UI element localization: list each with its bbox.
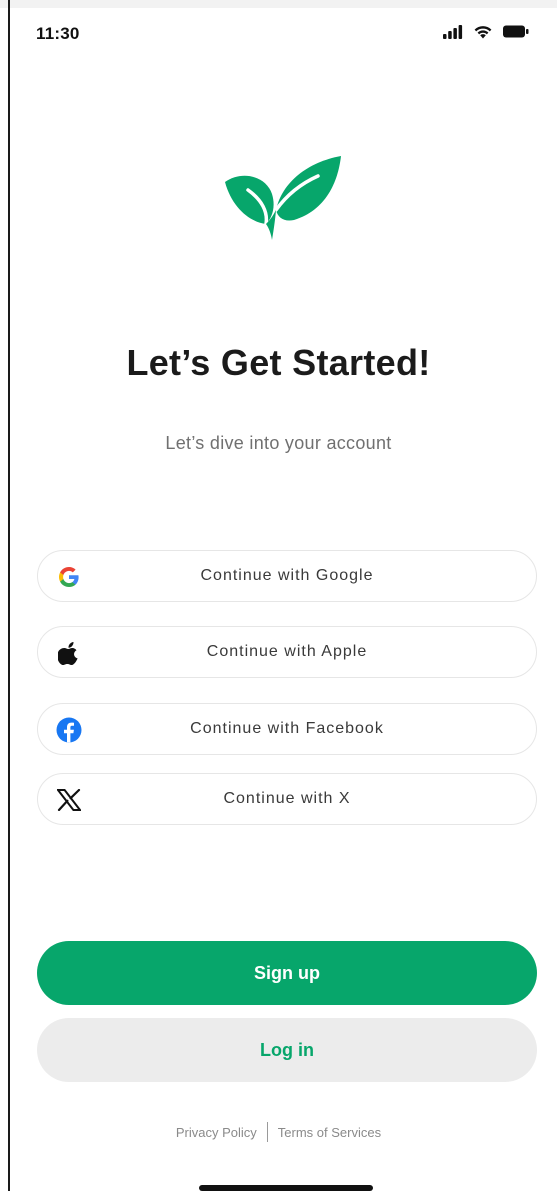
wifi-icon — [474, 26, 492, 39]
leaf-sprout-icon — [225, 156, 341, 240]
status-time: 11:30 — [36, 24, 80, 43]
home-indicator — [199, 1185, 373, 1191]
status-bar: 11:30 — [0, 0, 557, 60]
continue-with-google-label: Continue with Google — [200, 567, 374, 584]
continue-with-google-button[interactable]: Continue with Google — [37, 550, 537, 602]
signal-icon — [443, 24, 463, 39]
left-edge-line — [8, 0, 10, 1191]
app-logo — [222, 152, 344, 242]
sign-up-label: Sign up — [254, 963, 320, 983]
battery-icon — [503, 25, 529, 38]
sign-up-button[interactable]: Sign up — [37, 941, 537, 1005]
continue-with-apple-label: Continue with Apple — [206, 643, 368, 660]
page-title: Let’s Get Started! — [126, 342, 431, 383]
continue-with-x-label: Continue with X — [223, 790, 351, 807]
continue-with-x-button[interactable]: Continue with X — [37, 773, 537, 825]
footer-links: Privacy Policy Terms of Services — [0, 1122, 557, 1142]
status-icons — [443, 24, 529, 39]
continue-with-facebook-button[interactable]: Continue with Facebook — [37, 703, 537, 755]
continue-with-facebook-label: Continue with Facebook — [190, 720, 384, 737]
log-in-label: Log in — [260, 1040, 314, 1060]
privacy-policy-link[interactable]: Privacy Policy — [176, 1125, 257, 1140]
terms-of-services-link[interactable]: Terms of Services — [278, 1125, 381, 1140]
log-in-button[interactable]: Log in — [37, 1018, 537, 1082]
footer-divider — [266, 1122, 268, 1142]
continue-with-apple-button[interactable]: Continue with Apple — [37, 626, 537, 678]
page-subtitle: Let’s dive into your account — [165, 433, 392, 453]
